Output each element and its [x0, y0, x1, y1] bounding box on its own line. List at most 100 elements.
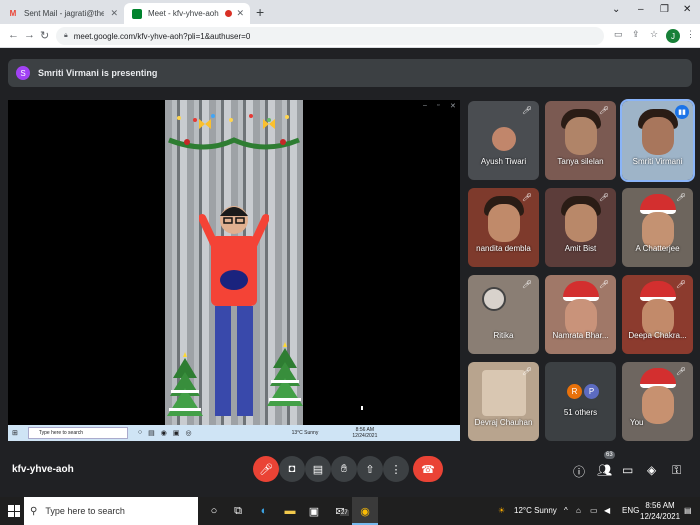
participant-name: Ayush Tiwari	[480, 157, 527, 166]
participant-tile[interactable]: 🎤︎ Ayush Tiwari	[468, 101, 539, 180]
close-icon: ✕	[450, 103, 456, 110]
christmas-tree-icon	[267, 342, 303, 406]
close-window-button[interactable]: ✕	[683, 4, 691, 15]
menu-icon[interactable]: ⋮	[686, 29, 695, 40]
mic-off-icon: 🎤︎	[599, 106, 610, 115]
participant-tile[interactable]: 🎤︎ nandita dembla	[468, 188, 539, 267]
star-icon[interactable]: ☆	[650, 29, 658, 40]
raise-hand-button[interactable]: ✋︎	[331, 456, 357, 482]
avatar: P	[584, 384, 599, 399]
chrome-icon: ◉	[360, 505, 370, 518]
participant-name: Devraj Chauhan	[474, 418, 533, 427]
chrome-taskbar-button[interactable]: ◉	[352, 497, 378, 525]
network-icon[interactable]: ⌂	[576, 506, 581, 515]
participant-video	[482, 370, 526, 416]
mic-off-icon: 🎤︎	[676, 280, 687, 289]
captions-button[interactable]: ▤	[305, 456, 331, 482]
maximize-button[interactable]: ❐	[660, 4, 669, 15]
minimize-button[interactable]: –	[638, 4, 644, 15]
tab-label: Sent Mail - jagrati@theindiansch	[24, 9, 104, 18]
participant-tile[interactable]: 🎤︎ Tanya silelan	[545, 101, 616, 180]
edge-icon[interactable]: ◐	[256, 503, 272, 519]
christmas-tree-icon	[167, 352, 203, 416]
shared-taskbar: ⊞ Type here to search ○ ▤ ◉ ▣ ◎ 13°C Sun…	[8, 425, 460, 441]
participant-name: Smriti Virmani	[632, 157, 683, 166]
shared-date: 12/24/2021	[352, 433, 378, 439]
close-icon[interactable]: ✕	[236, 8, 244, 19]
participant-name: Ritika	[493, 331, 514, 340]
more-options-button[interactable]: ⋮	[383, 456, 409, 482]
forward-icon[interactable]: →	[24, 29, 35, 41]
taskbar-clock[interactable]: 8:56 AM 12/24/2021	[640, 500, 680, 522]
weather-text[interactable]: 12°C Sunny	[514, 506, 557, 515]
camera-icon[interactable]: ▭	[614, 29, 623, 40]
shared-taskbar-icons: ○ ▤ ◉ ▣ ◎	[138, 429, 192, 437]
participant-tile[interactable]: 🎤︎ A Chatterjee	[622, 188, 693, 267]
share-icon[interactable]: ⇪	[632, 29, 640, 40]
child-figure	[199, 206, 269, 416]
close-icon[interactable]: ✕	[110, 8, 118, 19]
tab-meet[interactable]: Meet - kfv-yhve-aoh ✕	[124, 3, 250, 24]
chat-icon[interactable]: ▭	[622, 463, 633, 477]
shared-clock: 8:56 AM 12/24/2021	[352, 427, 377, 439]
speaking-indicator-icon: ▮▮	[675, 105, 689, 119]
mic-off-icon: 🎤︎	[599, 193, 610, 202]
minimize-icon: –	[423, 102, 427, 109]
search-placeholder: Type here to search	[45, 506, 125, 516]
present-button[interactable]: ⇧	[357, 456, 383, 482]
people-count-badge: 63	[604, 451, 615, 459]
participant-name: Deepa Chakra...	[628, 331, 687, 340]
volume-icon[interactable]: ◀︎	[604, 506, 610, 515]
participant-tile[interactable]: 🎤︎ You	[622, 362, 693, 441]
christmas-garland	[168, 114, 300, 150]
store-icon: ▣	[172, 430, 180, 437]
reload-icon[interactable]: ↻	[40, 29, 49, 42]
shared-video	[165, 100, 303, 425]
tab-search-icon[interactable]: ⌄	[612, 4, 620, 15]
participant-name: Amit Bist	[564, 244, 597, 253]
edge-icon: ◉	[160, 430, 167, 437]
participant-tile[interactable]: 🎤︎ Amit Bist	[545, 188, 616, 267]
profile-avatar[interactable]: J	[666, 29, 680, 43]
language-indicator[interactable]: ENG	[622, 506, 639, 515]
browser-toolbar: ← → ↻ 🔒︎ meet.google.com/kfv-yhve-aoh?pl…	[0, 24, 700, 48]
store-icon[interactable]: ▣	[306, 503, 322, 519]
task-view-icon[interactable]: ⧉	[230, 503, 246, 519]
shared-screen[interactable]: – ▫ ✕ ⊞ Type here to search ○ ▤ ◉ ▣ ◎ 13…	[8, 100, 460, 441]
back-icon[interactable]: ←	[8, 29, 19, 41]
battery-icon[interactable]: ▭	[590, 506, 598, 515]
tab-gmail[interactable]: M Sent Mail - jagrati@theindiansch ✕	[0, 3, 124, 24]
cortana-icon[interactable]: ○	[206, 503, 222, 519]
participant-tile[interactable]: 🎤︎ Ritika	[468, 275, 539, 354]
participant-tile[interactable]: 🎤︎ Deepa Chakra...	[622, 275, 693, 354]
participant-tile[interactable]: 🎤︎ Namrata Bhar...	[545, 275, 616, 354]
windows-icon: ⊞	[12, 430, 18, 437]
participant-tile[interactable]: ▮▮ Smriti Virmani	[620, 99, 695, 182]
end-call-button[interactable]: ☎︎	[413, 456, 443, 482]
presenting-text: Smriti Virmani is presenting	[38, 68, 158, 78]
participant-name: nandita dembla	[476, 244, 531, 253]
weather-icon: ☀	[498, 506, 506, 515]
windows-taskbar: ⚲ Type here to search ○ ⧉ ◐ ▬ ▣ ✉︎ 27 ◉ …	[0, 497, 700, 525]
new-tab-button[interactable]: +	[256, 4, 264, 20]
activities-icon[interactable]: ◈	[647, 463, 656, 477]
mic-off-icon: 🎤︎	[599, 280, 610, 289]
lock-icon: 🔒︎	[64, 32, 68, 39]
address-bar[interactable]: 🔒︎ meet.google.com/kfv-yhve-aoh?pli=1&au…	[56, 27, 604, 45]
mic-off-button[interactable]: 🎤︎	[253, 456, 279, 482]
tab-label: Meet - kfv-yhve-aoh	[148, 9, 219, 18]
gmail-icon: M	[9, 9, 17, 18]
participant-tile[interactable]: 🎤︎ Devraj Chauhan	[468, 362, 539, 441]
mic-off-icon: 🎤︎	[522, 367, 533, 376]
others-tile[interactable]: R P 51 others	[545, 362, 616, 441]
camera-button[interactable]: ◘	[279, 456, 305, 482]
people-icon[interactable]: 👥︎	[597, 463, 612, 477]
file-explorer-icon[interactable]: ▬	[282, 503, 298, 519]
taskbar-search-box[interactable]: ⚲ Type here to search	[24, 497, 198, 525]
notification-icon[interactable]: ▤	[684, 506, 692, 515]
host-controls-icon[interactable]: ⚿	[672, 463, 681, 478]
windows-start-icon[interactable]	[8, 505, 20, 517]
chevron-up-icon[interactable]: ^	[564, 506, 568, 515]
info-icon[interactable]: ⓘ	[573, 463, 585, 480]
mic-off-icon: 🎤︎	[522, 193, 533, 202]
